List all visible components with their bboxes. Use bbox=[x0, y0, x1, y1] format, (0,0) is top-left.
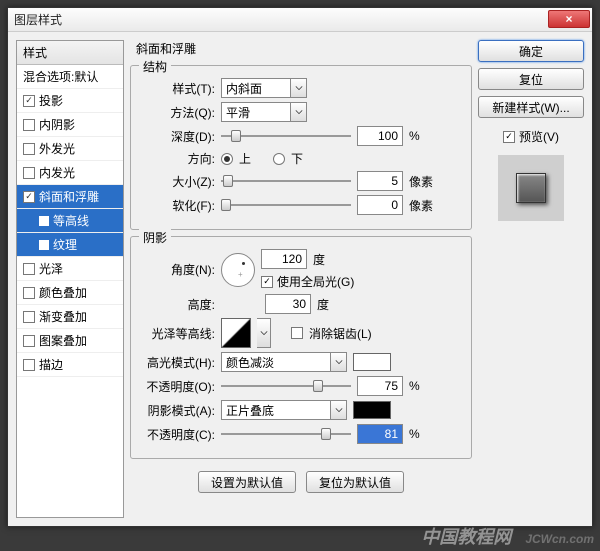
depth-value[interactable] bbox=[357, 126, 403, 146]
chevron-down-icon[interactable] bbox=[291, 102, 307, 122]
chevron-down-icon[interactable] bbox=[331, 352, 347, 372]
checkbox-icon[interactable] bbox=[23, 119, 35, 131]
altitude-value[interactable] bbox=[265, 294, 311, 314]
highlight-opacity-label: 不透明度(O): bbox=[139, 378, 215, 395]
style-satin[interactable]: 光泽 bbox=[17, 257, 123, 281]
size-value[interactable] bbox=[357, 171, 403, 191]
close-button[interactable]: × bbox=[548, 10, 590, 28]
depth-slider[interactable] bbox=[221, 129, 351, 143]
antialias-checkbox[interactable] bbox=[291, 327, 303, 339]
gloss-contour-swatch[interactable] bbox=[221, 318, 251, 348]
shading-group: 阴影 角度(N): + 度 使用全局光(G) bbox=[130, 236, 472, 459]
checkbox-icon[interactable] bbox=[23, 311, 35, 323]
global-light-checkbox[interactable] bbox=[261, 276, 273, 288]
style-stroke[interactable]: 描边 bbox=[17, 353, 123, 377]
window-title: 图层样式 bbox=[14, 11, 62, 28]
chevron-down-icon[interactable] bbox=[331, 400, 347, 420]
make-default-button[interactable]: 设置为默认值 bbox=[198, 471, 296, 493]
shadow-opacity-value[interactable] bbox=[357, 424, 403, 444]
sub-box-icon bbox=[39, 216, 49, 226]
preview-checkbox[interactable] bbox=[503, 131, 515, 143]
style-contour[interactable]: 等高线 bbox=[17, 209, 123, 233]
altitude-label: 高度: bbox=[139, 296, 215, 313]
reset-default-button[interactable]: 复位为默认值 bbox=[306, 471, 404, 493]
highlight-mode-label: 高光模式(H): bbox=[139, 354, 215, 371]
preview-inner bbox=[516, 173, 546, 203]
style-bevel-emboss[interactable]: ✓斜面和浮雕 bbox=[17, 185, 123, 209]
preview-label: 预览(V) bbox=[519, 128, 559, 145]
shadow-mode-label: 阴影模式(A): bbox=[139, 402, 215, 419]
style-list: 样式 混合选项:默认 ✓投影 内阴影 外发光 内发光 ✓斜面和浮雕 等高线 纹理… bbox=[16, 40, 124, 518]
titlebar[interactable]: 图层样式 × bbox=[8, 8, 592, 32]
highlight-color[interactable] bbox=[353, 353, 391, 371]
shadow-mode-input[interactable] bbox=[221, 400, 331, 420]
size-slider[interactable] bbox=[221, 174, 351, 188]
shadow-color[interactable] bbox=[353, 401, 391, 419]
checkbox-icon[interactable] bbox=[23, 167, 35, 179]
direction-label: 方向: bbox=[139, 150, 215, 167]
style-pattern-overlay[interactable]: 图案叠加 bbox=[17, 329, 123, 353]
shadow-mode-combo[interactable] bbox=[221, 400, 347, 420]
angle-label: 角度(N): bbox=[139, 261, 215, 278]
depth-label: 深度(D): bbox=[139, 128, 215, 145]
style-gradient-overlay[interactable]: 渐变叠加 bbox=[17, 305, 123, 329]
shadow-opacity-slider[interactable] bbox=[221, 427, 351, 441]
style-inner-glow[interactable]: 内发光 bbox=[17, 161, 123, 185]
highlight-mode-combo[interactable] bbox=[221, 352, 347, 372]
technique-input[interactable] bbox=[221, 102, 291, 122]
soften-value[interactable] bbox=[357, 195, 403, 215]
chevron-down-icon[interactable] bbox=[257, 318, 271, 348]
checkbox-icon[interactable]: ✓ bbox=[23, 95, 35, 107]
preview-swatch bbox=[498, 155, 564, 221]
style-texture[interactable]: 纹理 bbox=[17, 233, 123, 257]
size-label: 大小(Z): bbox=[139, 173, 215, 190]
style-label: 样式(T): bbox=[139, 80, 215, 97]
panel-title: 斜面和浮雕 bbox=[130, 40, 472, 57]
style-list-header: 样式 bbox=[17, 41, 123, 65]
checkbox-icon[interactable] bbox=[23, 359, 35, 371]
checkbox-icon[interactable] bbox=[23, 143, 35, 155]
gloss-label: 光泽等高线: bbox=[139, 325, 215, 342]
style-input[interactable] bbox=[221, 78, 291, 98]
checkbox-icon[interactable] bbox=[23, 263, 35, 275]
chevron-down-icon[interactable] bbox=[291, 78, 307, 98]
ok-button[interactable]: 确定 bbox=[478, 40, 584, 62]
style-drop-shadow[interactable]: ✓投影 bbox=[17, 89, 123, 113]
checkbox-icon[interactable] bbox=[23, 335, 35, 347]
shadow-opacity-label: 不透明度(C): bbox=[139, 426, 215, 443]
layer-style-dialog: 图层样式 × 样式 混合选项:默认 ✓投影 内阴影 外发光 内发光 ✓斜面和浮雕… bbox=[7, 7, 593, 527]
sub-box-icon bbox=[39, 240, 49, 250]
highlight-opacity-value[interactable] bbox=[357, 376, 403, 396]
direction-up-radio[interactable] bbox=[221, 153, 233, 165]
angle-value[interactable] bbox=[261, 249, 307, 269]
highlight-mode-input[interactable] bbox=[221, 352, 331, 372]
blend-options-row[interactable]: 混合选项:默认 bbox=[17, 65, 123, 89]
new-style-button[interactable]: 新建样式(W)... bbox=[478, 96, 584, 118]
angle-wheel[interactable]: + bbox=[221, 253, 255, 287]
soften-label: 软化(F): bbox=[139, 197, 215, 214]
settings-panel: 斜面和浮雕 结构 样式(T): 方法(Q): 深度(D): % bbox=[130, 40, 472, 518]
checkbox-icon[interactable]: ✓ bbox=[23, 191, 35, 203]
checkbox-icon[interactable] bbox=[23, 287, 35, 299]
direction-down-radio[interactable] bbox=[273, 153, 285, 165]
watermark: 中国教程网 JCWcn.com bbox=[421, 523, 594, 549]
shading-legend: 阴影 bbox=[139, 229, 171, 246]
style-combo[interactable] bbox=[221, 78, 307, 98]
structure-legend: 结构 bbox=[139, 58, 171, 75]
technique-label: 方法(Q): bbox=[139, 104, 215, 121]
structure-group: 结构 样式(T): 方法(Q): 深度(D): % 方向: 上 bbox=[130, 65, 472, 230]
soften-slider[interactable] bbox=[221, 198, 351, 212]
action-panel: 确定 复位 新建样式(W)... 预览(V) bbox=[478, 40, 584, 518]
style-outer-glow[interactable]: 外发光 bbox=[17, 137, 123, 161]
style-inner-shadow[interactable]: 内阴影 bbox=[17, 113, 123, 137]
cancel-button[interactable]: 复位 bbox=[478, 68, 584, 90]
highlight-opacity-slider[interactable] bbox=[221, 379, 351, 393]
style-color-overlay[interactable]: 颜色叠加 bbox=[17, 281, 123, 305]
technique-combo[interactable] bbox=[221, 102, 307, 122]
